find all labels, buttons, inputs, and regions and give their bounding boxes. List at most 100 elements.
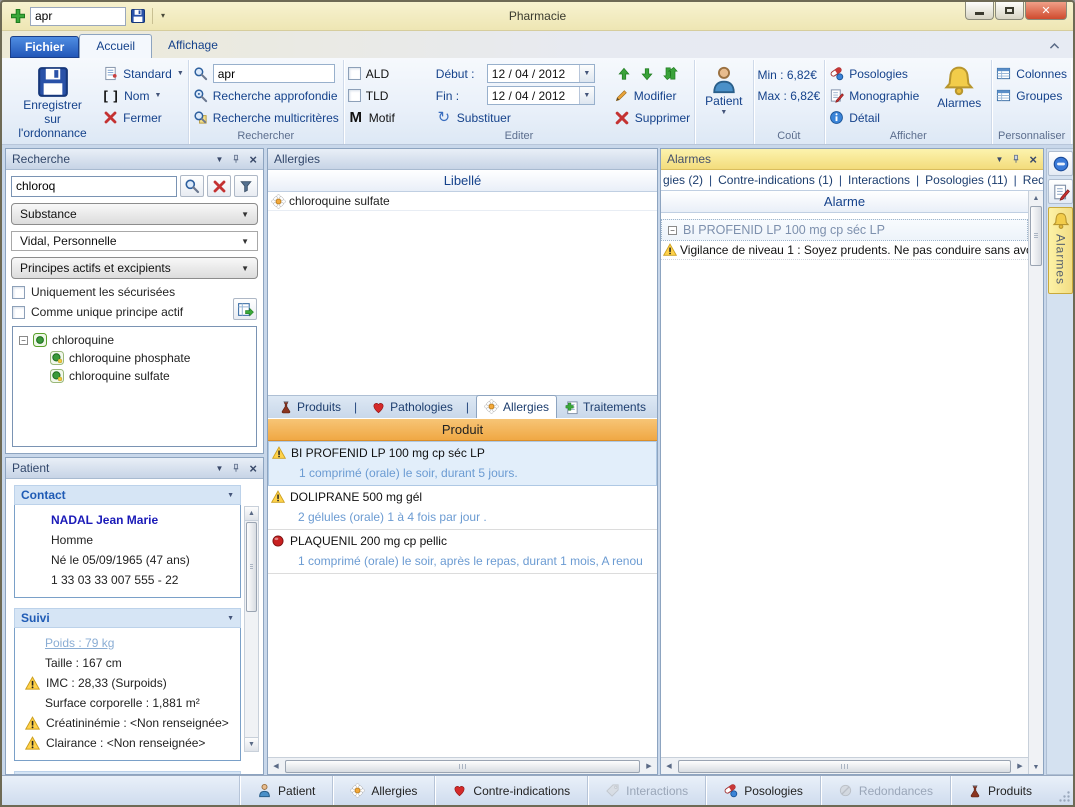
move-up-icon[interactable] [617,67,631,81]
collapse-group-icon[interactable]: − [668,226,677,235]
recherche-multicriteres-button[interactable]: Recherche multicritères [193,109,339,126]
standard-button[interactable]: Standard▼ [103,65,184,82]
tree-item-root[interactable]: − chloroquine [15,331,254,349]
alarm-group-row[interactable]: − BI PROFENID LP 100 mg cp séc LP [661,219,1028,241]
collapse-node-icon[interactable]: − [19,336,28,345]
source-dropdown[interactable]: Vidal, Personnelle▼ [11,231,258,251]
principe-actif-checkbox[interactable]: Comme unique principe actif [6,302,263,322]
date-debut-field[interactable]: 12 / 04 / 2012▼ [487,64,595,83]
tab-pathologies[interactable]: Pathologies [364,397,476,418]
scroll-thumb[interactable] [678,760,1011,773]
detail-button[interactable]: Détail [829,109,919,126]
status-allergies[interactable]: Allergies [332,776,434,805]
alarme-column-header[interactable]: Alarme [661,191,1028,213]
groupes-button[interactable]: Groupes [996,87,1067,104]
scroll-left-icon[interactable]: ◀ [268,759,284,774]
move-down-icon[interactable] [640,67,654,81]
type-dropdown[interactable]: Substance▼ [11,203,258,225]
tab-accueil[interactable]: Accueil [79,34,152,58]
search-clear-button[interactable] [207,175,231,197]
minimize-button[interactable] [965,2,994,20]
product-row[interactable]: DOLIPRANE 500 mg gél 2 gélules (orale) 1… [268,486,657,530]
alarm-tab-redondances[interactable]: Redo [1023,173,1043,187]
patient-scrollbar[interactable]: ▲ ▼ [244,506,259,752]
tab-allergies[interactable]: Allergies [476,395,557,418]
alarm-tab-contre-indications[interactable]: Contre-indications (1) [718,173,848,187]
prescription-hscrollbar[interactable]: ◀ ▶ [268,757,657,774]
resize-grip[interactable] [1058,790,1071,803]
scroll-thumb[interactable] [285,760,640,773]
scroll-up-icon[interactable]: ▲ [1029,191,1043,205]
alarm-tab-posologies[interactable]: Posologies (11) [925,173,1023,187]
substituer-button[interactable]: ↻Substituer [436,109,604,126]
pin-icon[interactable] [1010,153,1022,165]
substance-search-input[interactable] [11,176,177,197]
scroll-down-icon[interactable]: ▼ [245,737,258,751]
tab-produits[interactable]: Produits [272,397,364,418]
status-contre-indications[interactable]: Contre-indications [434,776,587,805]
scroll-up-icon[interactable]: ▲ [245,507,258,521]
panel-menu-icon[interactable]: ▼ [215,155,223,164]
alarmes-vscrollbar[interactable]: ▲ ▼ [1028,191,1043,774]
motif-button[interactable]: MMotif [348,109,430,126]
scroll-right-icon[interactable]: ▶ [1012,759,1028,774]
pin-icon[interactable] [230,462,242,474]
patient-button[interactable]: Patient ▼ [699,62,748,120]
libelle-column-header[interactable]: Libellé [268,170,657,192]
tab-traitements[interactable]: Traitements [557,397,653,418]
export-button[interactable] [233,298,257,320]
save-icon[interactable] [130,8,146,24]
product-row[interactable]: BI PROFENID LP 100 mg cp séc LP 1 compri… [268,441,657,486]
panel-close-icon[interactable]: × [1029,153,1037,166]
date-fin-field[interactable]: 12 / 04 / 2012▼ [487,86,595,105]
panel-menu-icon[interactable]: ▼ [995,155,1003,164]
alarmes-button[interactable]: Alarmes [931,62,987,114]
alarmes-hscrollbar[interactable]: ◀ ▶ [661,757,1028,774]
supprimer-button[interactable]: Supprimer [614,109,690,126]
scroll-thumb[interactable] [1030,206,1042,266]
alarm-message-row[interactable]: Vigilance de niveau 1 : Soyez prudents. … [661,241,1028,260]
pin-icon[interactable] [230,153,242,165]
chevron-down-icon[interactable]: ▼ [579,87,594,104]
scroll-down-icon[interactable]: ▼ [1029,760,1043,774]
monographie-button[interactable]: Monographie [829,87,919,104]
alarm-tab-interactions[interactable]: Interactions [848,173,925,187]
ribbon-search-input[interactable] [213,64,335,83]
alarm-tab-allergies[interactable]: gies (2) [663,173,718,187]
save-prescription-button[interactable]: Enregistrer sur l'ordonnance [8,62,97,143]
search-filter-button[interactable] [234,175,258,197]
panel-menu-icon[interactable]: ▼ [215,464,223,473]
new-prescription-icon[interactable] [10,8,26,24]
move-both-icon[interactable] [663,66,678,81]
tree-item-child[interactable]: chloroquine sulfate [15,367,254,385]
securisees-checkbox[interactable]: Uniquement les sécurisées [6,282,263,302]
scroll-right-icon[interactable]: ▶ [641,759,657,774]
close-button[interactable]: ✕ [1025,2,1067,20]
produit-column-header[interactable]: Produit [268,418,657,441]
qat-customize-dropdown-icon[interactable]: ▾ [159,10,167,22]
tab-fichier[interactable]: Fichier [10,36,79,58]
modifier-button[interactable]: Modifier [614,87,690,104]
status-produits[interactable]: Produits [950,776,1049,805]
status-patient[interactable]: Patient [239,776,332,805]
tld-checkbox[interactable]: TLD [348,87,430,104]
search-go-button[interactable] [180,175,204,197]
tree-item-child[interactable]: chloroquine phosphate [15,349,254,367]
nom-button[interactable]: [ ]Nom▼ [103,87,184,104]
panel-close-icon[interactable]: × [249,462,257,475]
allergy-row[interactable]: chloroquine sulfate [268,192,657,211]
suivi-section-header[interactable]: Suivi▼ [14,608,241,628]
restore-button[interactable] [995,2,1024,20]
ald-checkbox[interactable]: ALD [348,65,430,82]
tab-affichage[interactable]: Affichage [152,34,234,58]
fermer-button[interactable]: Fermer [103,109,184,126]
edge-detail-button[interactable] [1048,151,1073,176]
edge-monographie-button[interactable] [1048,179,1073,204]
scope-dropdown[interactable]: Principes actifs et excipients▼ [11,257,258,279]
scroll-thumb[interactable] [246,522,257,612]
edge-alarmes-tab[interactable]: Alarmes [1048,207,1073,294]
recherche-approfondie-button[interactable]: Recherche approfondie [193,87,339,104]
quick-search-input[interactable] [30,7,126,26]
scroll-left-icon[interactable]: ◀ [661,759,677,774]
posologies-button[interactable]: Posologies [829,65,919,82]
